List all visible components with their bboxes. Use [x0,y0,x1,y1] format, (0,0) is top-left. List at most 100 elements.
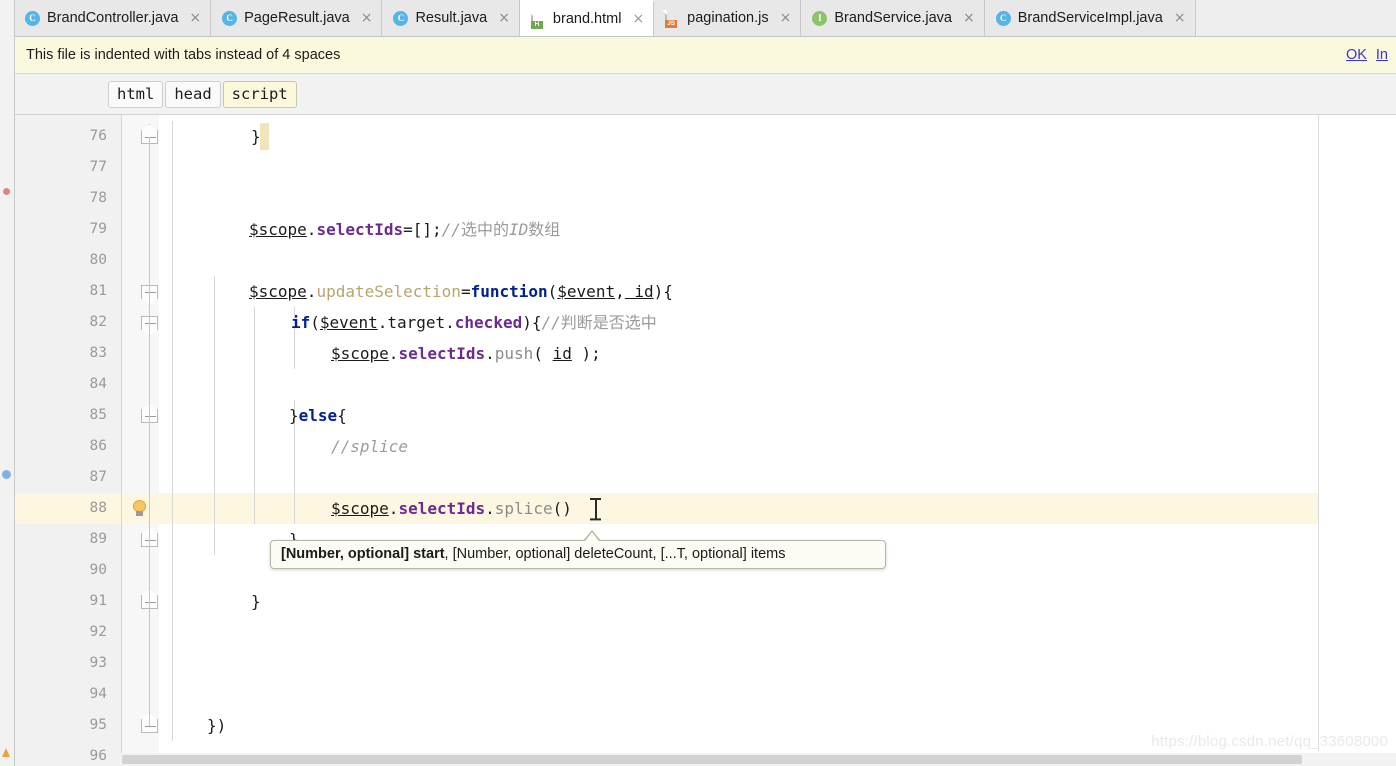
breadcrumb[interactable]: html head script [14,74,1396,115]
editor-tab-bar[interactable]: C BrandController.java × C PageResult.java × C… [14,0,1396,37]
code-line-91[interactable]: } [251,586,261,617]
code-token: $event [319,313,378,332]
code-token: ( [547,282,558,301]
line-number[interactable]: 87 [47,468,107,486]
code-token: ( [310,313,320,332]
editor-tab-label: BrandService.java [834,10,952,26]
horizontal-scrollbar-thumb[interactable] [122,755,1302,764]
code-line-86[interactable]: //splice [331,431,408,462]
text-selection-highlight [260,123,269,150]
strip-marker-icon [2,470,11,479]
line-number[interactable]: 95 [47,716,107,734]
line-number[interactable]: 79 [47,220,107,238]
editor-tab-pagination-js[interactable]: JS pagination.js × [654,0,802,36]
editor-tab-brandcontroller-java[interactable]: C BrandController.java × [14,0,212,36]
code-token: push [494,344,534,363]
intention-bulb-icon[interactable] [131,500,148,517]
line-number[interactable]: 90 [47,561,107,579]
breadcrumb-item-script[interactable]: script [222,80,297,108]
breadcrumb-item-head[interactable]: head [165,80,221,108]
indent-guide [172,121,173,741]
code-token: $scope [331,344,389,363]
code-line-76[interactable]: } [251,121,261,152]
editor-tab-label: PageResult.java [244,10,350,26]
line-number[interactable]: 94 [47,685,107,703]
line-number[interactable]: 96 [47,747,107,765]
code-line-95[interactable]: }) [207,710,226,741]
close-icon[interactable]: × [498,11,510,25]
tool-window-favorites[interactable]: Favorites [13,595,14,675]
code-text-area[interactable]: } $scope.selectIds=[];//选中的ID数组 $scope.upd… [159,115,1396,766]
close-icon[interactable]: × [963,11,975,25]
code-token: ( [533,344,553,363]
parameter-info-tooltip: [Number, optional] start, [Number, optio… [270,540,886,569]
editor-tab-result-java[interactable]: C Result.java × [382,0,520,36]
line-number[interactable]: 93 [47,654,107,672]
code-token: updateSelection [316,282,461,301]
tooltip-text: [Number, optional] start [281,546,445,562]
strip-marker-icon [2,748,10,757]
line-number[interactable]: 81 [47,282,107,300]
editor-tab-brandserviceimpl-java[interactable]: C BrandServiceImpl.java × [984,0,1196,36]
html-file-icon: H [530,10,546,29]
code-token: id [624,282,654,301]
code-token: ); [571,344,601,363]
code-token: } [251,592,261,611]
line-number[interactable]: 89 [47,530,107,548]
code-token: . [377,313,388,332]
code-token: // [441,220,461,239]
line-number[interactable]: 92 [47,623,107,641]
code-line-88[interactable]: $scope.selectIds.splice() [331,493,572,524]
code-token: $scope [249,220,307,239]
notification-ok-link[interactable]: OK [1346,47,1367,63]
code-token: 判断是否选中 [560,313,657,332]
code-line-82[interactable]: if($event.target.checked){//判断是否选中 [291,307,657,338]
code-token: splice [494,499,553,518]
line-number[interactable]: 88 [47,499,107,517]
java-class-icon: C [995,10,1011,26]
line-number[interactable]: 83 [47,344,107,362]
editor-tab-brand-html[interactable]: Hbrand.html × [519,0,655,36]
close-icon[interactable]: × [780,11,792,25]
close-icon[interactable]: × [1174,11,1186,25]
code-token: () [552,499,572,518]
editor-tab-brandservice-java[interactable]: I BrandService.java × [801,0,985,36]
breadcrumb-item-html[interactable]: html [108,80,164,108]
code-token: selectIds [316,220,404,239]
notification-actions[interactable]: OK In [1346,47,1388,63]
line-number[interactable]: 82 [47,313,107,331]
line-number[interactable]: 78 [47,189,107,207]
line-number-gutter[interactable]: 76 77 78 79 80 81 82 83 84 85 86 87 88 89 90 91 92 93 94 95… [14,115,122,766]
code-token: selectIds [398,499,486,518]
line-number[interactable]: 76 [47,127,107,145]
code-token: $scope [331,499,389,518]
code-line-79[interactable]: $scope.selectIds=[];//选中的ID数组 [249,214,560,245]
line-number[interactable]: 77 [47,158,107,176]
code-line-85[interactable]: }else{ [289,400,347,431]
close-icon[interactable]: × [632,12,644,26]
code-line-81[interactable]: $scope.updateSelection=function($event, … [249,276,673,307]
line-number[interactable]: 85 [47,406,107,424]
folding-gutter[interactable] [122,115,159,766]
notification-secondary-link[interactable]: In [1376,47,1388,63]
editor-tab-pageresult-java[interactable]: C PageResult.java × [211,0,383,36]
left-tool-window-strip[interactable]: Structure Favorites [0,0,15,766]
code-editor[interactable]: 76 77 78 79 80 81 82 83 84 85 86 87 88 89 90 91 92 93 94 95… [14,115,1396,766]
line-number[interactable]: 86 [47,437,107,455]
code-token: } [251,127,261,146]
tab-bar-filler [1195,0,1396,36]
code-token: , [615,282,625,301]
close-icon[interactable]: × [189,11,201,25]
notification-banner: This file is indented with tabs instead … [14,37,1396,74]
code-line-83[interactable]: $scope.selectIds.push( id ); [331,338,601,369]
line-number[interactable]: 91 [47,592,107,610]
code-token: else [298,406,338,425]
line-number[interactable]: 84 [47,375,107,393]
notification-message: This file is indented with tabs instead … [26,47,341,63]
editor-right-margin [1319,115,1396,751]
tool-window-structure[interactable]: Structure [13,115,14,195]
close-icon[interactable]: × [361,11,373,25]
code-token: // [541,313,561,332]
line-number[interactable]: 80 [47,251,107,269]
code-token: } [289,406,299,425]
